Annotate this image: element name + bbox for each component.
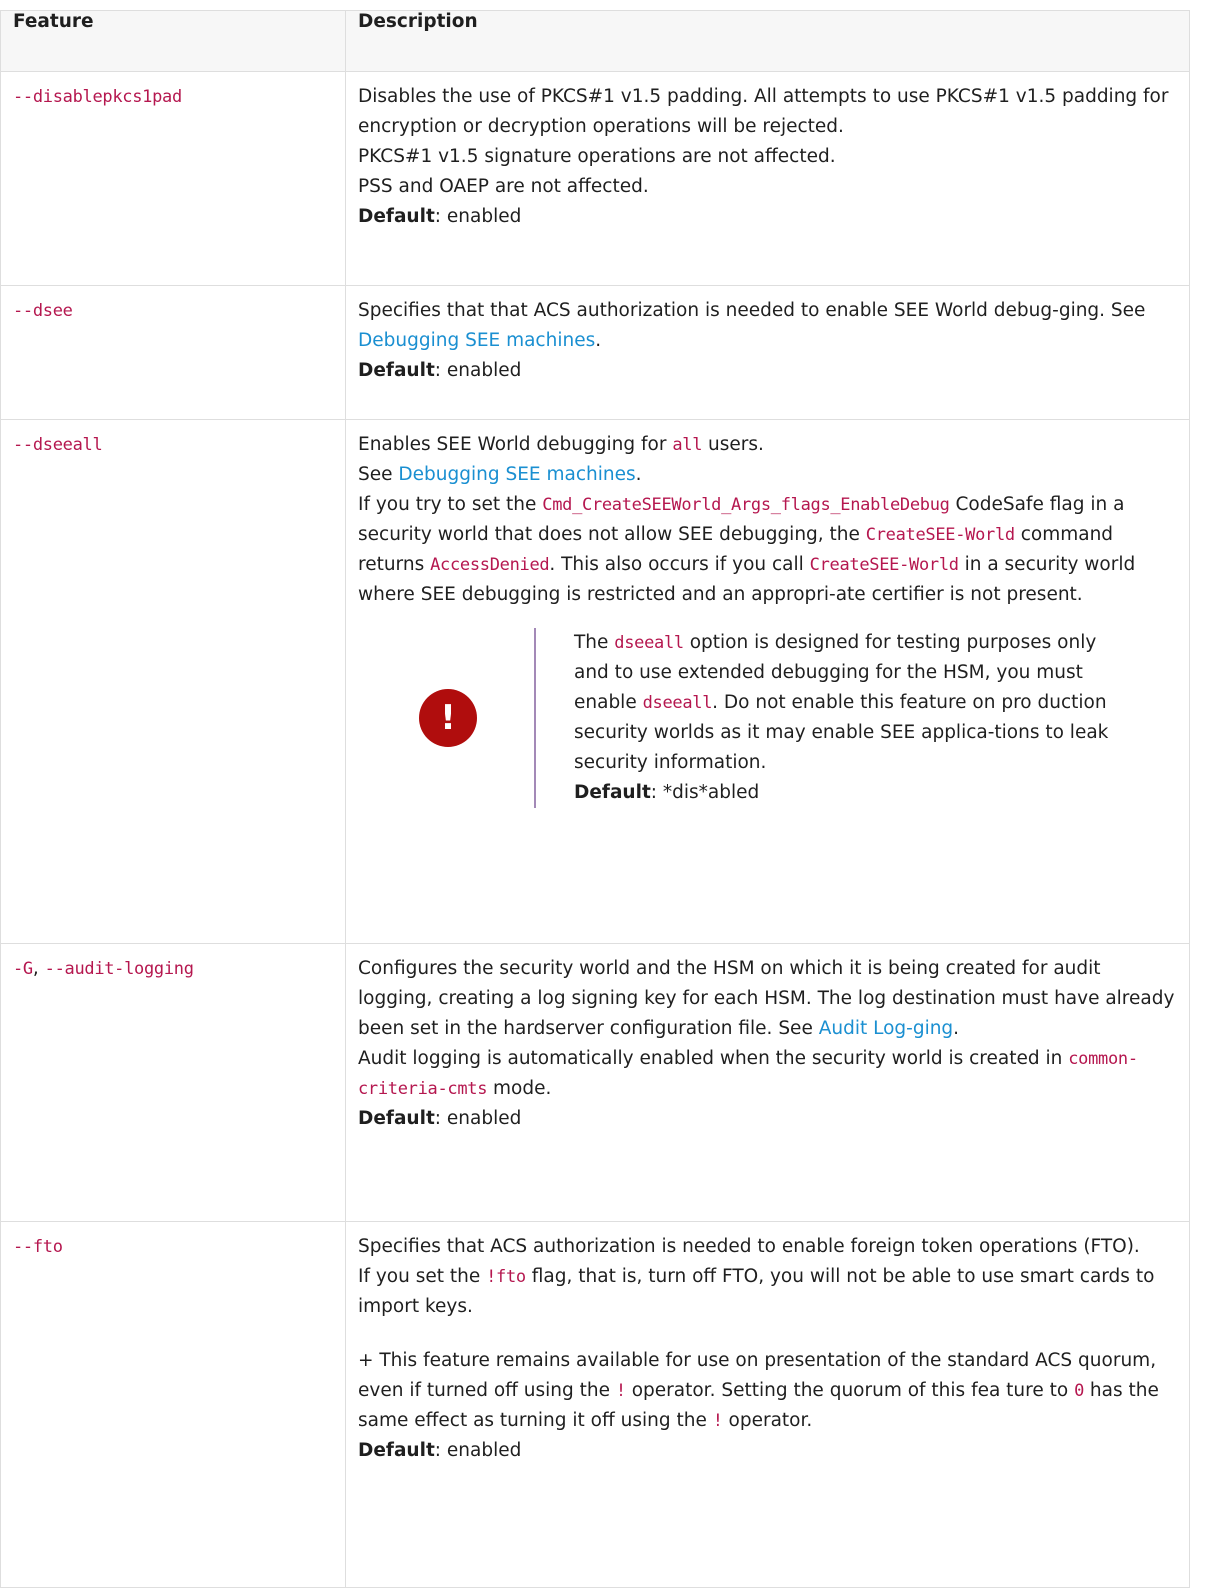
default-label: Default [358,1108,435,1129]
feature-option: --fto [13,1237,63,1257]
default-line: Default: enabled [358,1104,1177,1134]
description-line: Disables the use of PKCS#1 v1.5 padding.… [358,86,1169,137]
error-icon: ! [419,689,477,747]
description-line: PKCS#1 v1.5 signature operations are not… [358,146,836,167]
default-line: Default: *dis*abled [574,778,1134,808]
feature-option-short: -G [13,959,33,979]
description-paragraph: If you try to set the Cmd_CreateSEEWorld… [358,490,1177,610]
feature-cell: -G, --audit-logging [0,943,346,1222]
header-feature: Feature [0,10,346,72]
default-label: Default [358,1440,435,1461]
audit-logging-link[interactable]: Audit Log-ging [819,1018,953,1039]
default-value: : enabled [434,1108,522,1129]
feature-option: --audit-logging [44,959,194,979]
default-label: Default [358,206,435,227]
description-paragraph: Specifies that ACS authorization is need… [358,1236,1140,1257]
description-text: . [635,464,642,485]
feature-cell: --dsee [0,285,346,420]
inline-code: ! [712,1411,723,1431]
table-row: --dsee Specifies that that ACS authoriza… [0,285,1190,420]
feature-cell: --disablepkcs1pad [0,71,346,286]
description-paragraph: If you set the !fto flag, that is, turn … [358,1262,1177,1322]
inline-code: dseeall [614,633,684,653]
description-line: See Debugging SEE machines. [358,460,1177,490]
description-text: operator. Setting the quorum of this fea… [625,1380,1075,1401]
default-label: Default [574,782,651,803]
warning-admonition: ! The dseeall option is designed for tes… [358,628,1177,808]
table-row: --fto Specifies that ACS authorization i… [0,1221,1190,1588]
debugging-see-link[interactable]: Debugging SEE machines [398,464,635,485]
description-paragraph: Specifies that that ACS authorization is… [358,296,1177,356]
feature-cell: --dseeall [0,419,346,944]
admonition-icon-column: ! [358,628,536,808]
description-text: If you set the [358,1266,487,1287]
admonition-paragraph: The dseeall option is designed for testi… [574,628,1134,778]
description-cell: Enables SEE World debugging for all user… [345,419,1190,944]
description-text: See [358,464,399,485]
description-text: users. [702,434,764,455]
inline-code: ! [615,1381,626,1401]
feature-option: --dsee [13,301,73,321]
default-label: Default [358,360,435,381]
description-cell: Configures the security world and the HS… [345,943,1190,1222]
default-value: : *dis*abled [650,782,760,803]
table-row: -G, --audit-logging Configures the secur… [0,943,1190,1222]
description-text: Enables SEE World debugging for [358,434,673,455]
features-table: Feature Description --disablepkcs1pad Di… [0,10,1190,1588]
inline-code: AccessDenied [430,555,550,575]
default-line: Default: enabled [358,356,1177,386]
description-text: Audit logging is automatically enabled w… [358,1048,1069,1069]
description-text: . [595,330,602,351]
inline-code: !fto [486,1267,526,1287]
header-description: Description [345,10,1190,72]
default-value: : enabled [434,360,522,381]
inline-code: all [672,435,703,455]
default-value: : enabled [434,1440,522,1461]
description-text: operator. [722,1410,813,1431]
default-line: Default: enabled [358,202,1177,232]
description-text: If you try to set the [358,494,543,515]
description-cell: Disables the use of PKCS#1 v1.5 padding.… [345,71,1190,286]
description-line: PSS and OAEP are not affected. [358,176,649,197]
description-paragraph: + This feature remains available for use… [358,1346,1177,1436]
feature-option: --disablepkcs1pad [13,87,182,107]
debugging-see-link[interactable]: Debugging SEE machines [358,330,595,351]
default-line: Default: enabled [358,1436,1177,1466]
description-text: Configures the security world and the HS… [358,958,1175,1039]
description-line: Enables SEE World debugging for all user… [358,430,1177,460]
admonition-text: The [574,632,615,653]
admonition-content: The dseeall option is designed for testi… [536,628,1134,808]
inline-code: CreateSEE-World [809,555,959,575]
description-cell: Specifies that ACS authorization is need… [345,1221,1190,1588]
table-header-row: Feature Description [0,10,1190,72]
description-text: . [953,1018,960,1039]
inline-code: 0 [1074,1381,1085,1401]
table-row: --disablepkcs1pad Disables the use of PK… [0,71,1190,286]
description-text: Specifies that that ACS authorization is… [358,300,1146,321]
table-row: --dseeall Enables SEE World debugging fo… [0,419,1190,944]
description-paragraph: Configures the security world and the HS… [358,954,1177,1044]
default-value: : enabled [434,206,522,227]
feature-option: --dseeall [13,435,103,455]
description-text: . This also occurs if you call [549,554,810,575]
feature-cell: --fto [0,1221,346,1588]
description-paragraph: Audit logging is automatically enabled w… [358,1044,1177,1104]
description-cell: Specifies that that ACS authorization is… [345,285,1190,420]
feature-separator: , [32,958,45,979]
inline-code: Cmd_CreateSEEWorld_Args_flags_EnableDebu… [542,495,950,515]
inline-code: dseeall [642,693,713,713]
description-text: mode. [487,1078,552,1099]
inline-code: CreateSEE-World [865,525,1015,545]
